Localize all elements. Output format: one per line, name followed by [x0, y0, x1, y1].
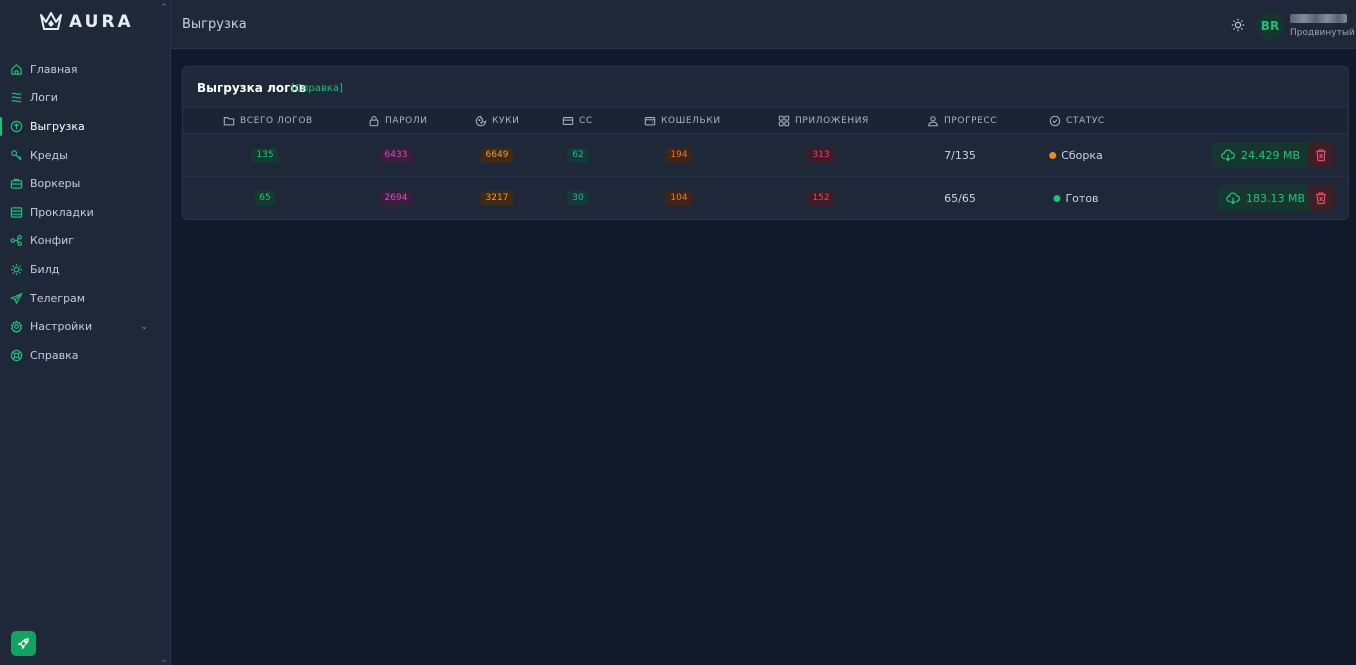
sidebar-item-label: Справка	[30, 348, 79, 362]
wallets-badge: 104	[665, 191, 693, 206]
download-button[interactable]: 24.429 MB	[1212, 142, 1312, 168]
sidebar-item-build[interactable]: Билд	[0, 255, 170, 284]
column-header-apps: ПРИЛОЖЕНИЯ	[778, 108, 869, 133]
wallets-badge: 194	[665, 148, 693, 163]
sidebar-item-label: Главная	[30, 62, 78, 76]
logs-icon	[11, 93, 22, 103]
delete-button[interactable]	[1308, 185, 1334, 211]
chevron-down-icon[interactable]: ⌄	[140, 322, 148, 332]
sidebar-item-label: Билд	[30, 262, 60, 276]
passwords-badge: 2694	[379, 191, 413, 206]
scroll-down-icon[interactable]: ⌄	[160, 655, 168, 665]
home-icon	[11, 63, 22, 75]
sidebar-item-label: Креды	[30, 148, 68, 162]
column-header-progress: ПРОГРЕСС	[927, 108, 997, 133]
server-icon	[10, 207, 23, 218]
rocket-icon	[17, 638, 29, 650]
status-dot-ready	[1053, 195, 1061, 202]
sidebar-item-logs[interactable]: Логи	[0, 84, 170, 113]
user-role: Продвинутый	[1290, 28, 1355, 38]
sidebar-nav: Главная Логи Выгрузка Креды Воркеры Прок…	[0, 55, 170, 370]
apps-grid-icon	[778, 115, 790, 126]
total-logs-badge: 65	[254, 191, 276, 206]
sidebar-item-label: Настройки	[30, 320, 93, 334]
sidebar-item-label: Воркеры	[30, 177, 81, 191]
sun-icon[interactable]	[1231, 18, 1245, 32]
table-row: 135 6433 6649 62 194 313 7/135 Сборка 24…	[183, 134, 1348, 177]
telegram-icon	[10, 292, 23, 305]
quick-action-button[interactable]	[11, 631, 36, 656]
user-progress-icon	[928, 115, 938, 126]
wallet-icon	[644, 116, 656, 125]
top-header: Выгрузка BR Продвинутый	[171, 0, 1356, 49]
column-header-total: ВСЕГО ЛОГОВ	[223, 108, 313, 133]
logo[interactable]: AURA	[39, 11, 134, 33]
briefcase-icon	[10, 178, 23, 189]
cookies-badge: 3217	[480, 191, 514, 206]
sidebar-item-settings[interactable]: Настройки ⌄	[0, 312, 170, 341]
avatar[interactable]: BR	[1256, 12, 1284, 40]
table-header: ВСЕГО ЛОГОВ ПАРОЛИ КУКИ CC КОШЕЛЬКИ ПРИЛ…	[183, 107, 1348, 134]
settings-icon	[10, 320, 23, 334]
trash-icon	[1316, 149, 1326, 162]
column-header-cc: CC	[562, 108, 593, 133]
username-blurred	[1290, 14, 1347, 23]
crown-logo-icon	[40, 12, 62, 30]
cookie-icon	[475, 115, 487, 126]
cloud-download-icon	[1221, 149, 1235, 162]
column-header-status: СТАТУС	[1049, 108, 1105, 133]
status-badge: Готов	[1053, 192, 1099, 205]
sidebar-item-proxies[interactable]: Прокладки	[0, 198, 170, 227]
sidebar-item-workers[interactable]: Воркеры	[0, 169, 170, 198]
progress-value: 65/65	[944, 192, 976, 205]
cc-badge: 30	[567, 191, 589, 206]
upload-icon	[10, 120, 23, 133]
progress-value: 7/135	[944, 149, 976, 162]
sidebar: AURA ⌃ Главная Логи Выгрузка Креды Ворке…	[0, 0, 171, 665]
sidebar-item-help[interactable]: Справка	[0, 341, 170, 370]
apps-badge: 313	[807, 148, 835, 163]
scroll-up-icon[interactable]: ⌃	[160, 3, 168, 13]
status-badge: Сборка	[1049, 149, 1103, 162]
card-title: Выгрузка логов	[197, 81, 307, 95]
cookies-badge: 6649	[480, 148, 514, 163]
help-link[interactable]: [Справка]	[291, 83, 343, 94]
total-logs-badge: 135	[251, 148, 279, 163]
page-title: Выгрузка	[182, 17, 247, 32]
logo-text: AURA	[69, 12, 134, 32]
lock-icon	[369, 115, 379, 126]
status-dot-building	[1049, 152, 1057, 159]
column-header-passwords: ПАРОЛИ	[368, 108, 428, 133]
column-header-wallets: КОШЕЛЬКИ	[644, 108, 721, 133]
key-icon	[11, 149, 22, 161]
trash-icon	[1316, 192, 1326, 205]
column-header-cookies: КУКИ	[475, 108, 519, 133]
cloud-download-icon	[1226, 192, 1240, 205]
sidebar-item-telegram[interactable]: Телеграм	[0, 284, 170, 313]
sidebar-item-label: Прокладки	[30, 205, 94, 219]
sidebar-item-creds[interactable]: Креды	[0, 141, 170, 170]
sidebar-item-label: Конфиг	[30, 234, 75, 248]
sidebar-item-label: Логи	[30, 91, 58, 105]
delete-button[interactable]	[1308, 142, 1334, 168]
credit-card-icon	[562, 116, 574, 125]
apps-badge: 152	[807, 191, 835, 206]
build-icon	[10, 263, 23, 276]
logs-export-card: Выгрузка логов [Справка] ВСЕГО ЛОГОВ ПАР…	[182, 66, 1349, 220]
sidebar-item-label: Выгрузка	[30, 119, 85, 133]
table-row: 65 2694 3217 30 104 152 65/65 Готов 183.…	[183, 177, 1348, 219]
folder-icon	[223, 116, 235, 125]
sidebar-item-home[interactable]: Главная	[0, 55, 170, 84]
download-button[interactable]: 183.13 MB	[1217, 185, 1317, 211]
sidebar-item-upload[interactable]: Выгрузка	[0, 112, 170, 141]
avatar-initials: BR	[1260, 19, 1280, 33]
config-icon	[10, 235, 23, 247]
passwords-badge: 6433	[379, 148, 413, 163]
help-icon	[10, 349, 23, 361]
check-circle-icon	[1049, 115, 1061, 126]
sidebar-item-label: Телеграм	[30, 291, 86, 305]
sidebar-item-config[interactable]: Конфиг	[0, 227, 170, 256]
cc-badge: 62	[567, 148, 589, 163]
